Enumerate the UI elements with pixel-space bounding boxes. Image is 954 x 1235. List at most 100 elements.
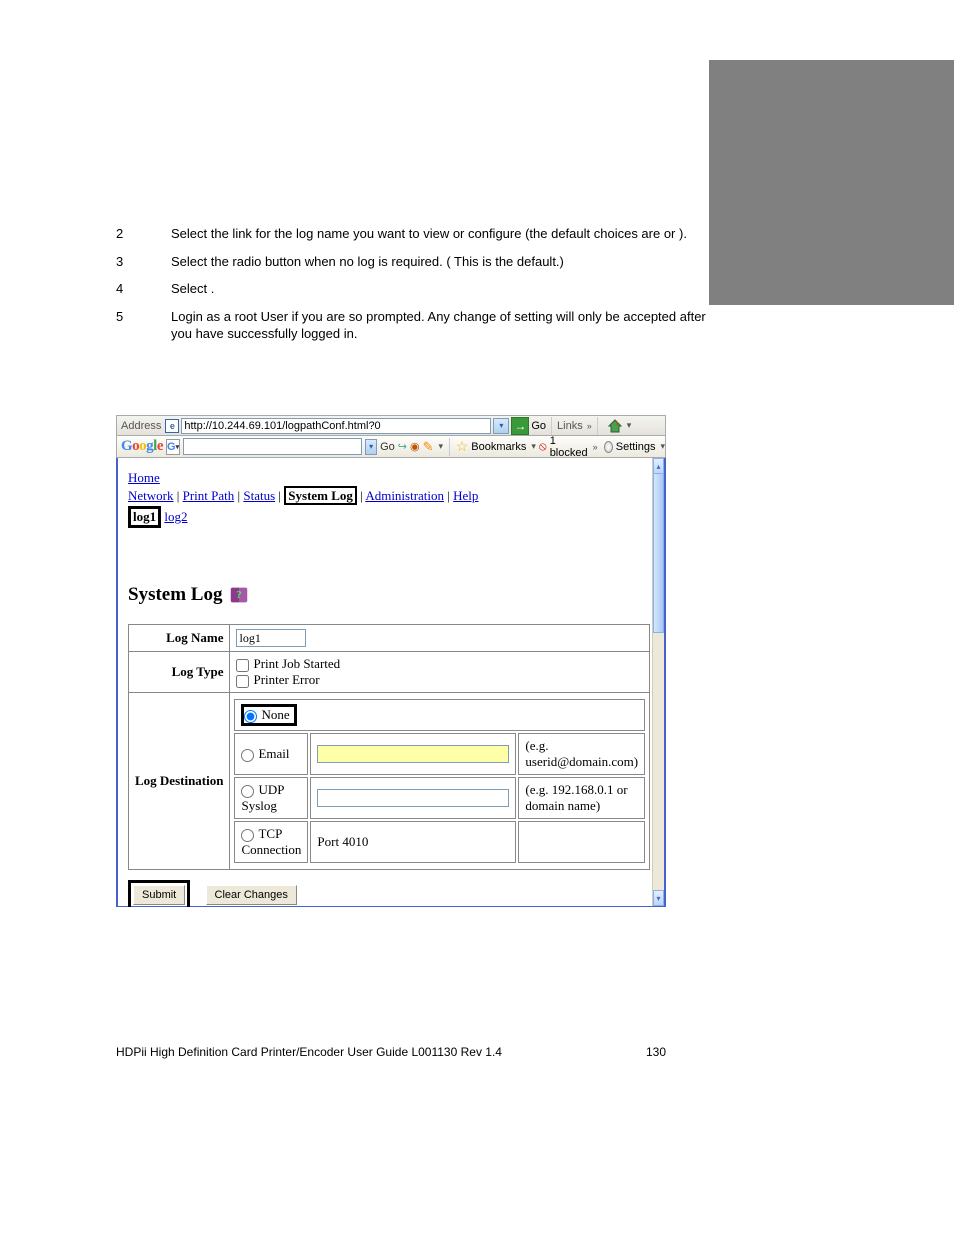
address-input[interactable]: [181, 418, 491, 434]
nav-print-path[interactable]: Print Path: [183, 488, 235, 503]
chevron-down-icon[interactable]: ▾: [438, 441, 443, 452]
nav-home[interactable]: Home: [128, 470, 160, 485]
submit-button[interactable]: Submit: [133, 885, 185, 905]
instruction-row: 3 Select the radio button when no log is…: [116, 253, 706, 271]
log1-highlight[interactable]: log1: [128, 506, 161, 528]
instruction-row: 5 Login as a root User if you are so pro…: [116, 308, 706, 343]
email-radio[interactable]: [241, 749, 254, 762]
udp-input[interactable]: [317, 789, 509, 807]
print-job-started-label: Print Job Started: [253, 656, 340, 671]
web-page-view: Home Network | Print Path | Status | Sys…: [116, 458, 666, 907]
instruction-number: 2: [116, 225, 171, 243]
instruction-text: Select the radio button when no log is r…: [171, 253, 706, 271]
ie-page-icon: e: [165, 419, 179, 433]
web-page-content: Home Network | Print Path | Status | Sys…: [118, 458, 652, 906]
settings-icon[interactable]: [604, 441, 613, 453]
chevron-down-icon[interactable]: ▾: [627, 420, 632, 431]
nav-administration[interactable]: Administration: [365, 488, 444, 503]
port-label: Port 4010: [310, 821, 516, 863]
google-go-label[interactable]: Go: [380, 441, 395, 453]
scroll-thumb[interactable]: [653, 473, 664, 633]
page-number: 130: [646, 1045, 666, 1059]
chevron-right-icon[interactable]: »: [587, 421, 592, 431]
log-name-input[interactable]: [236, 629, 306, 647]
section-title-text: System Log: [128, 584, 222, 606]
instruction-number: 4: [116, 280, 171, 298]
help-book-icon[interactable]: ?: [228, 584, 250, 606]
destination-options: None Email (e.g. userid@domain.com) UDP: [232, 697, 647, 865]
nav-main-row: Network | Print Path | Status | System L…: [128, 488, 650, 504]
footer-title: HDPii High Definition Card Printer/Encod…: [116, 1045, 502, 1059]
print-job-started-checkbox[interactable]: [236, 659, 249, 672]
instruction-text: Select the link for the log name you wan…: [171, 225, 706, 243]
printer-error-label: Printer Error: [253, 672, 319, 687]
instruction-row: 4 Select .: [116, 280, 706, 298]
go-button[interactable]: →: [511, 417, 529, 435]
email-input[interactable]: [317, 745, 509, 763]
section-title: System Log ?: [128, 584, 650, 606]
submit-highlight: Submit: [128, 880, 190, 907]
none-radio[interactable]: [244, 710, 257, 723]
chevron-down-icon[interactable]: ▾: [531, 441, 536, 452]
system-log-form: Log Name Log Type Print Job Started Prin…: [128, 624, 650, 870]
nav-log-row: log1 log2: [128, 506, 650, 528]
address-label: Address: [121, 420, 161, 432]
chevron-down-icon[interactable]: ▾: [660, 441, 665, 452]
udp-radio[interactable]: [241, 785, 254, 798]
go-label: Go: [531, 420, 546, 432]
none-label: None: [261, 707, 289, 722]
svg-text:?: ?: [237, 589, 243, 601]
scroll-track[interactable]: [653, 633, 664, 890]
separator: [597, 417, 598, 435]
nav-home-row: Home: [128, 470, 650, 486]
email-label: Email: [258, 746, 289, 761]
log-type-label: Log Type: [129, 652, 230, 693]
nav-log2[interactable]: log2: [164, 509, 187, 524]
blocked-count[interactable]: 1 blocked: [550, 435, 588, 459]
address-dropdown[interactable]: ▾: [493, 418, 509, 434]
tcp-radio[interactable]: [241, 829, 254, 842]
page-footer: HDPii High Definition Card Printer/Encod…: [116, 1045, 666, 1059]
autofill-icon[interactable]: ✎: [423, 439, 434, 455]
nav-help[interactable]: Help: [453, 488, 478, 503]
search-dropdown[interactable]: ▾: [365, 439, 377, 455]
instruction-row: 2 Select the link for the log name you w…: [116, 225, 706, 243]
log-destination-label: Log Destination: [129, 693, 230, 870]
right-shade-panel: [709, 60, 954, 305]
instructions-block: 2 Select the link for the log name you w…: [116, 225, 706, 353]
google-toolbar: Google G▾ ▾ Go ↪ ◉ ✎ ▾ ☆ Bookmarks ▾ ⦸ 1…: [116, 436, 666, 458]
settings-label[interactable]: Settings: [616, 441, 656, 453]
instruction-text: Login as a root User if you are so promp…: [171, 308, 706, 343]
popup-blocked-icon[interactable]: ⦸: [539, 439, 547, 454]
star-icon[interactable]: ☆: [456, 438, 469, 455]
nav-network[interactable]: Network: [128, 488, 174, 503]
nav-status[interactable]: Status: [243, 488, 275, 503]
none-radio-highlight: None: [241, 704, 296, 726]
chevron-right-icon[interactable]: »: [593, 442, 598, 452]
log-name-label: Log Name: [129, 625, 230, 652]
scroll-down-button[interactable]: ▾: [653, 890, 664, 906]
bookmarks-label[interactable]: Bookmarks: [471, 441, 526, 453]
button-row: Submit Clear Changes: [128, 880, 650, 907]
google-logo: Google: [121, 438, 163, 455]
links-label: Links: [557, 420, 583, 432]
email-hint: (e.g. userid@domain.com): [518, 733, 645, 775]
browser-screenshot: Address e ▾ → Go Links » ▾ Google G▾ ▾ G…: [116, 415, 666, 907]
separator: [449, 438, 450, 456]
home-icon[interactable]: [607, 418, 623, 434]
rss-icon[interactable]: ◉: [410, 440, 420, 453]
vertical-scrollbar[interactable]: ▴ ▾: [652, 458, 664, 906]
instruction-number: 5: [116, 308, 171, 343]
separator: [551, 417, 552, 435]
instruction-text: Select .: [171, 280, 706, 298]
google-search-input[interactable]: [183, 438, 362, 455]
nav-system-log-current: System Log: [284, 486, 357, 505]
instruction-number: 3: [116, 253, 171, 271]
udp-hint: (e.g. 192.168.0.1 or domain name): [518, 777, 645, 819]
address-bar: Address e ▾ → Go Links » ▾: [116, 415, 666, 436]
printer-error-checkbox[interactable]: [236, 675, 249, 688]
clear-changes-button[interactable]: Clear Changes: [206, 885, 297, 905]
google-g-icon[interactable]: G▾: [166, 439, 180, 455]
scroll-up-button[interactable]: ▴: [653, 458, 664, 474]
go-arrow-icon: ↪: [398, 440, 407, 453]
